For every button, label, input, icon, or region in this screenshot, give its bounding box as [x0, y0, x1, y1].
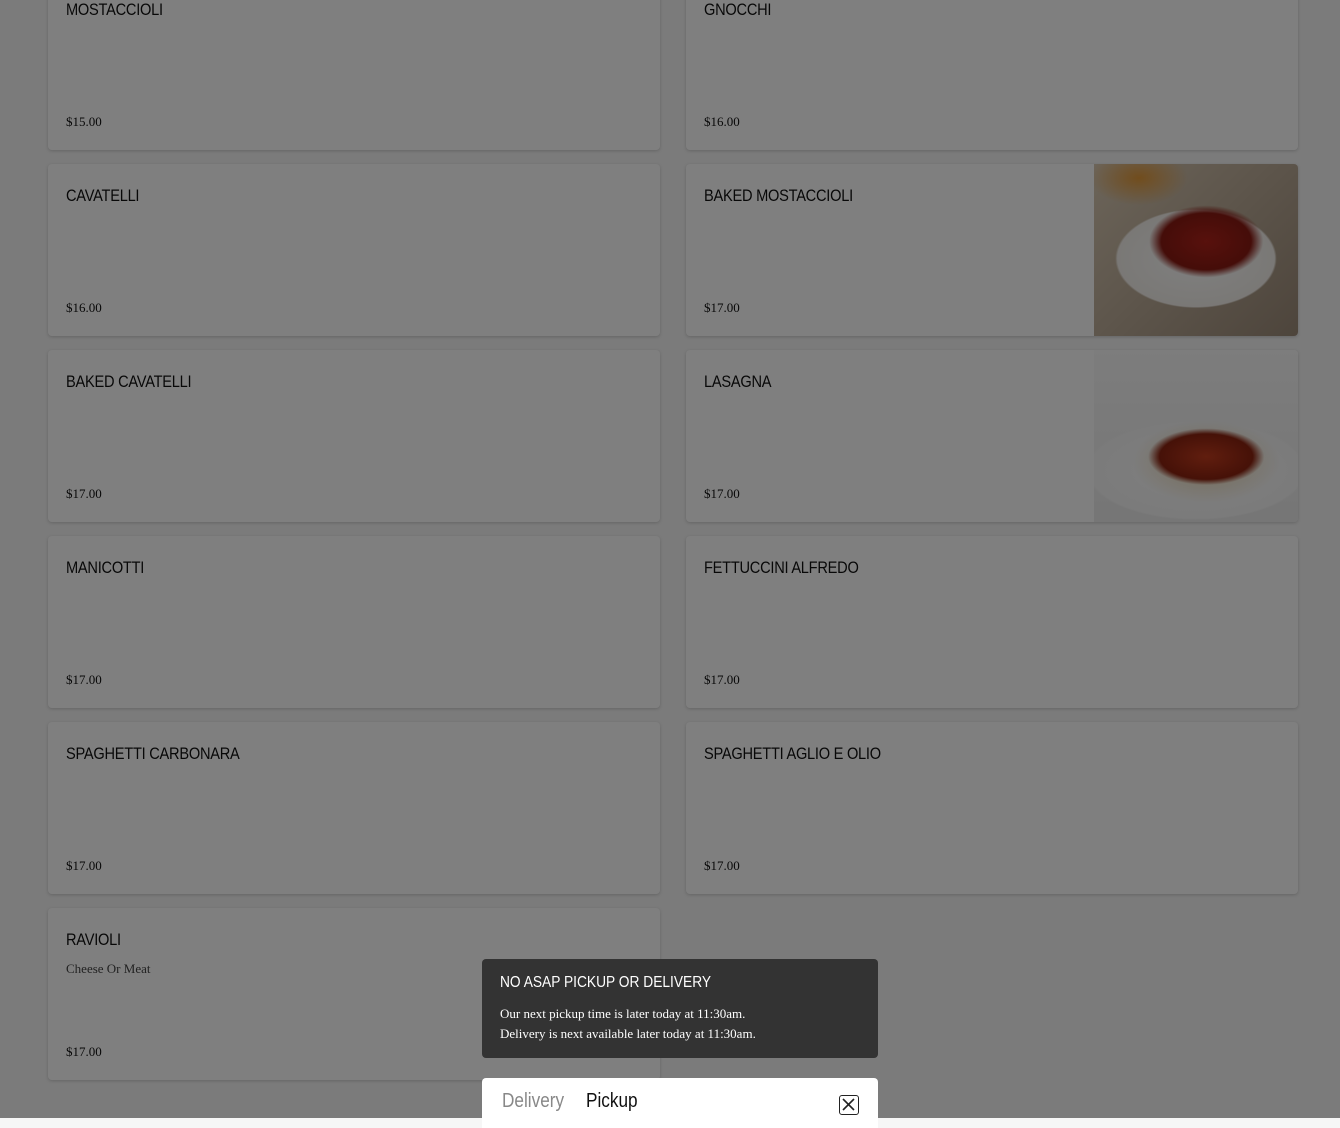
availability-notice: NO ASAP PICKUP OR DELIVERY Our next pick… [482, 959, 878, 1058]
close-icon [842, 1098, 855, 1111]
tab-pickup[interactable]: Pickup [586, 1090, 638, 1113]
tab-delivery[interactable]: Delivery [502, 1090, 564, 1113]
modal-overlay[interactable] [0, 0, 1340, 1118]
notice-title: NO ASAP PICKUP OR DELIVERY [500, 974, 712, 991]
order-mode-panel: Delivery Pickup [482, 1078, 878, 1128]
close-button[interactable] [839, 1095, 859, 1115]
notice-pickup-time: Our next pickup time is later today at 1… [500, 1006, 746, 1021]
notice-delivery-time: Delivery is next available later today a… [500, 1026, 756, 1041]
